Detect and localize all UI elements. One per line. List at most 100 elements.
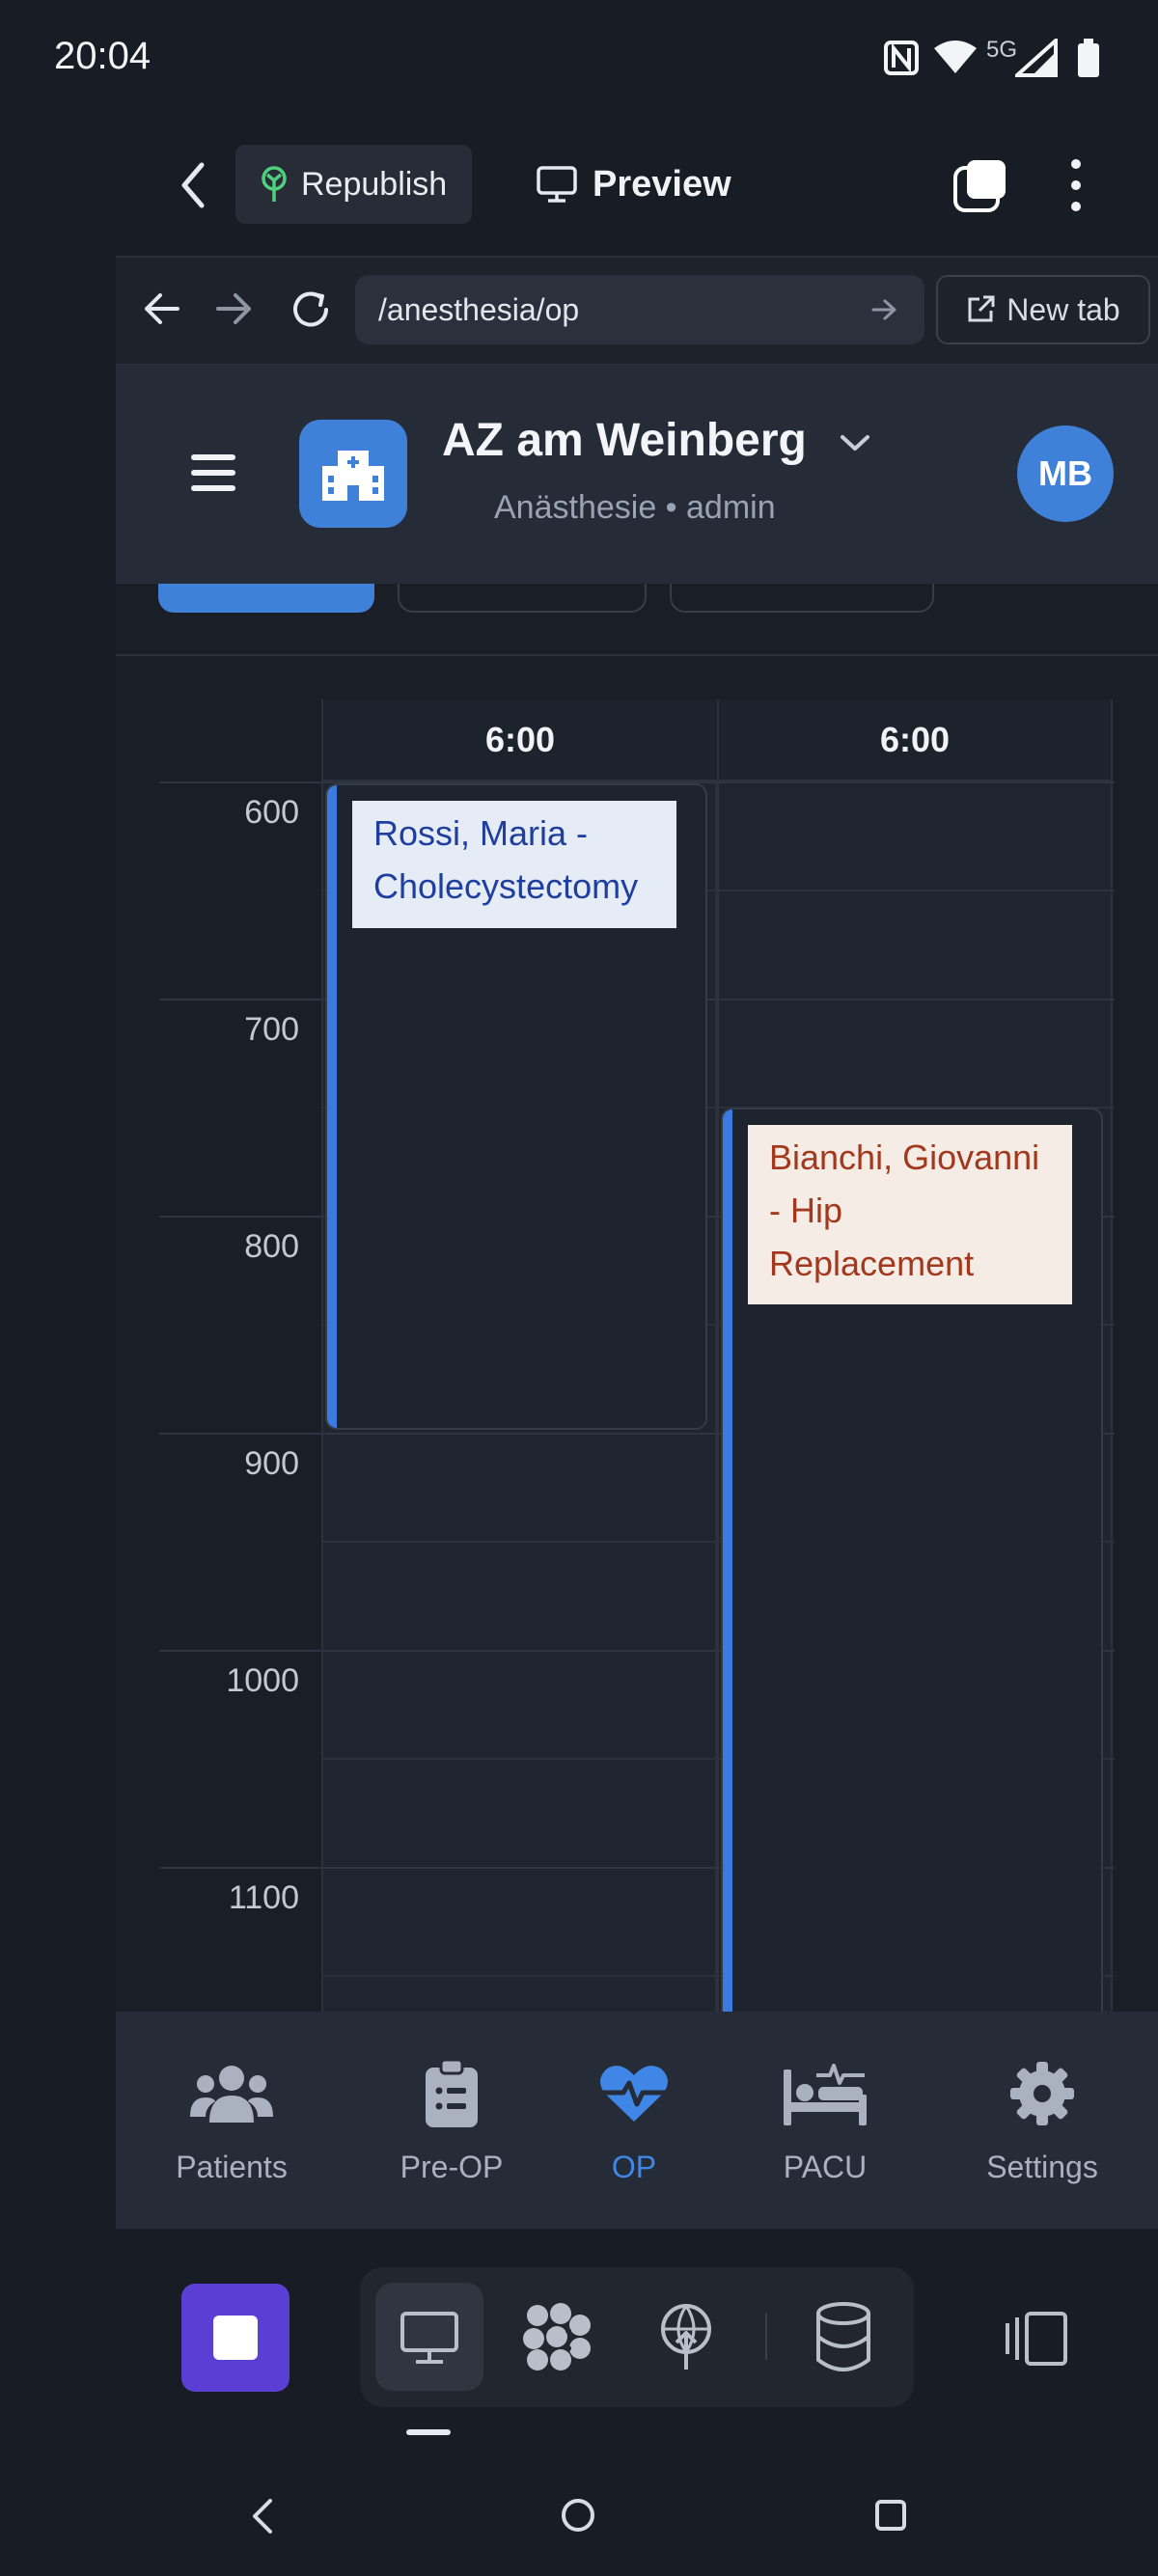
nav-label: Settings [986, 2150, 1098, 2184]
surgery-event[interactable]: Rossi, Maria - Cholecystectomy [325, 783, 707, 1430]
time-label: 600 [244, 794, 299, 831]
panel-toggle-icon[interactable] [1006, 2312, 1069, 2366]
event-title: Rossi, Maria - Cholecystectomy [352, 801, 676, 928]
wifi-icon [934, 41, 977, 73]
android-recents-icon[interactable] [874, 2499, 907, 2532]
event-title: Bianchi, Giovanni - Hip Replacement [748, 1125, 1072, 1304]
url-field[interactable]: /anesthesia/op [355, 275, 924, 344]
filter-chip-active[interactable] [158, 584, 374, 613]
hospital-name[interactable]: AZ am Weinberg [442, 414, 871, 467]
nav-item-pre-op[interactable]: Pre-OP [365, 2012, 538, 2229]
bed-pulse-icon [784, 2064, 867, 2125]
dock-tool-group [360, 2267, 914, 2407]
browser-bar: /anesthesia/op New tab [116, 256, 1158, 364]
nav-label: Pre-OP [400, 2150, 504, 2184]
preview-label: Preview [593, 163, 731, 205]
browser-back-icon[interactable] [143, 292, 179, 325]
bottom-navigation: Patients Pre-OP OP PACU Settings [116, 2012, 1158, 2229]
event-color-bar [723, 1110, 732, 2012]
nav-item-patients[interactable]: Patients [145, 2012, 318, 2229]
hour-line [719, 999, 1115, 1000]
hour-line [159, 781, 321, 783]
republish-button[interactable]: Republish [235, 145, 472, 224]
republish-label: Republish [301, 165, 448, 203]
database-icon[interactable] [815, 2302, 871, 2371]
hour-line [719, 781, 1115, 783]
nav-label: PACU [783, 2150, 868, 2184]
hospital-icon [322, 451, 384, 501]
deploy-icon [262, 166, 287, 202]
left-gutter [0, 256, 116, 2229]
browser-forward-icon[interactable] [216, 292, 253, 325]
nav-item-pacu[interactable]: PACU [748, 2012, 902, 2229]
filter-chip[interactable] [398, 584, 647, 613]
monitor-icon [537, 166, 577, 203]
nfc-icon [884, 41, 919, 75]
hour-line [323, 1433, 719, 1435]
android-home-icon[interactable] [560, 2497, 596, 2534]
op-calendar: 6:00 6:00 600 700 800 900 1000 1100 Ross… [159, 699, 1115, 2012]
hour-line [323, 1867, 719, 1869]
tabs-icon[interactable] [953, 158, 1007, 212]
android-back-icon[interactable] [249, 2497, 276, 2535]
app-top-bar: Republish Preview [0, 116, 1158, 256]
go-arrow-icon[interactable] [871, 298, 898, 321]
new-tab-label: New tab [1006, 291, 1120, 327]
user-avatar[interactable]: MB [1017, 425, 1114, 522]
deployments-icon[interactable] [657, 2304, 715, 2371]
hour-line [159, 1433, 321, 1435]
hour-line [159, 1216, 321, 1218]
chevron-down-icon[interactable] [839, 431, 871, 454]
new-tab-button[interactable]: New tab [936, 275, 1150, 344]
back-icon[interactable] [177, 161, 209, 209]
nav-item-settings[interactable]: Settings [955, 2012, 1129, 2229]
stop-icon [213, 2316, 258, 2360]
more-options-icon[interactable] [1062, 158, 1090, 212]
half-hour-line [323, 1975, 719, 1977]
hospital-subtitle: Anästhesie • admin [494, 489, 776, 526]
status-time: 20:04 [54, 35, 152, 77]
users-icon [190, 2066, 273, 2123]
network-type-label: 5G [986, 37, 1018, 63]
app-header: AZ am Weinberg Anästhesie • admin MB [116, 364, 1158, 584]
event-color-bar [327, 785, 337, 1428]
hour-line [159, 1650, 321, 1652]
url-text: /anesthesia/op [378, 291, 580, 327]
hospital-logo [299, 420, 407, 528]
surgery-event[interactable]: Bianchi, Giovanni - Hip Replacement [721, 1108, 1103, 2012]
time-label: 800 [244, 1228, 299, 1265]
refresh-icon[interactable] [290, 288, 332, 331]
nav-label: Patients [176, 2150, 288, 2184]
active-tool-indicator [406, 2429, 451, 2435]
column-header: 6:00 [717, 699, 1113, 781]
clipboard-list-icon [426, 2060, 478, 2127]
hamburger-menu-icon[interactable] [191, 452, 235, 493]
agent-icon[interactable] [522, 2302, 592, 2371]
nav-item-op[interactable]: OP [562, 2012, 706, 2229]
hospital-name-text: AZ am Weinberg [442, 415, 807, 466]
stop-button[interactable] [181, 2284, 290, 2392]
filter-chip[interactable] [670, 584, 934, 613]
time-label: 700 [244, 1011, 299, 1048]
webview-tool[interactable] [375, 2283, 483, 2391]
monitor-icon [400, 2312, 458, 2364]
time-label: 900 [244, 1445, 299, 1482]
hour-line [159, 1867, 321, 1869]
gear-icon [1010, 2062, 1074, 2125]
column-header: 6:00 [321, 699, 717, 781]
filter-strip [116, 584, 1158, 656]
half-hour-line [323, 1541, 719, 1543]
preview-button[interactable]: Preview [537, 145, 731, 224]
half-hour-line [323, 1758, 719, 1760]
hour-line [323, 1650, 719, 1652]
heartbeat-icon [600, 2066, 668, 2122]
dock-divider [765, 2314, 767, 2360]
battery-icon [1078, 39, 1099, 77]
time-label: 1000 [226, 1662, 299, 1699]
editor-dock [0, 2229, 1158, 2470]
status-bar: 20:04 5G [0, 0, 1158, 116]
day-column[interactable]: Rossi, Maria - Cholecystectomy [321, 781, 719, 2012]
external-link-icon [968, 295, 995, 322]
day-column[interactable]: Bianchi, Giovanni - Hip Replacement [717, 781, 1115, 2012]
time-label: 1100 [228, 1879, 299, 1916]
